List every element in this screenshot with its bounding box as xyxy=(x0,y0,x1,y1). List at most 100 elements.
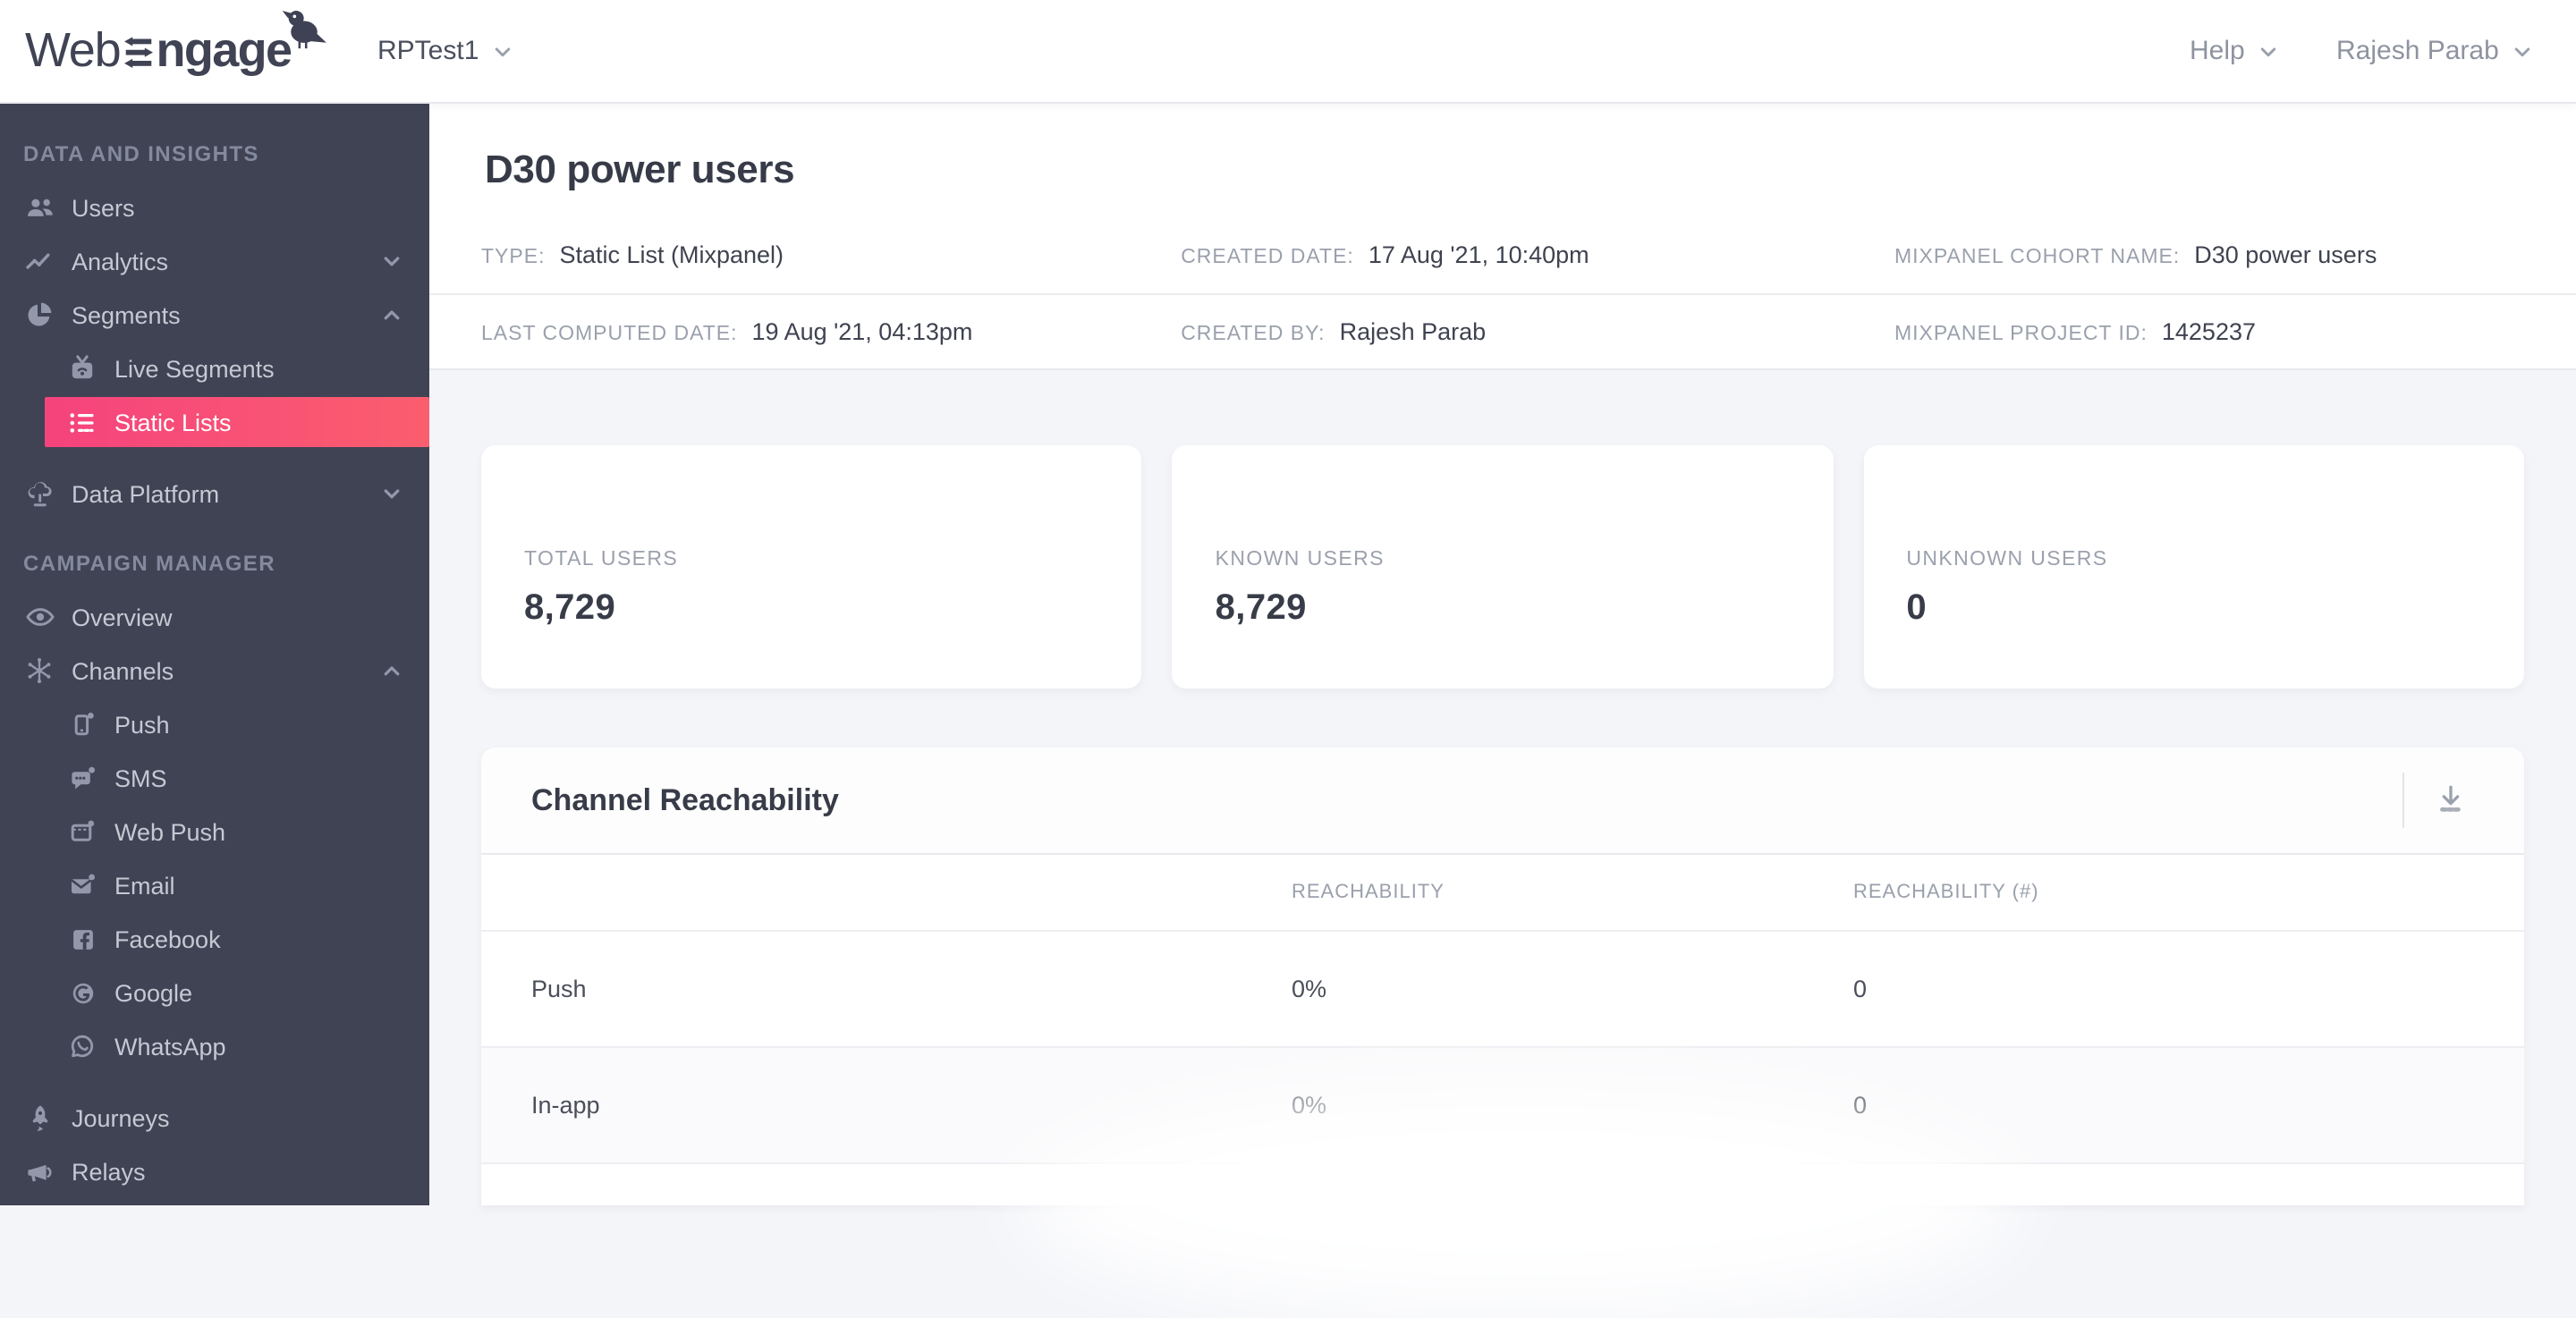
sidebar-item-static-lists[interactable]: Static Lists xyxy=(45,397,429,447)
sidebar-item-google[interactable]: Google xyxy=(0,966,429,1019)
segments-pie-icon xyxy=(21,297,57,333)
sidebar-item-email[interactable]: Email xyxy=(0,858,429,912)
stat-card-label: UNKNOWN USERS xyxy=(1906,548,2108,570)
sidebar-item-label: Analytics xyxy=(72,248,169,275)
sidebar-item-journeys[interactable]: Journeys xyxy=(0,1091,429,1145)
table-row-push: Push 0% 0 xyxy=(481,932,2524,1048)
logo-text-ngage: ngage xyxy=(156,23,292,77)
meta-value: 17 Aug '21, 10:40pm xyxy=(1368,241,1589,267)
analytics-icon xyxy=(21,243,57,279)
sidebar-item-push[interactable]: Push xyxy=(0,697,429,751)
sidebar-item-relays[interactable]: Relays xyxy=(0,1145,429,1198)
stat-cards: TOTAL USERS 8,729 KNOWN USERS 8,729 UNKN… xyxy=(481,445,2524,689)
cell-reachability: 0% xyxy=(1292,1092,1327,1119)
divider xyxy=(2402,773,2404,828)
chevron-down-icon xyxy=(2514,46,2530,56)
meta-label: TYPE: xyxy=(481,246,546,267)
sidebar-item-label: Push xyxy=(114,711,170,738)
sidebar-item-sms[interactable]: SMS xyxy=(0,751,429,805)
meta-created-date: CREATED DATE: 17 Aug '21, 10:40pm xyxy=(1181,239,1894,271)
download-button[interactable] xyxy=(2428,776,2474,823)
help-menu[interactable]: Help xyxy=(2190,0,2279,102)
data-platform-cloud-icon xyxy=(21,476,57,511)
cell-reachability: 0% xyxy=(1292,976,1327,1002)
cell-channel: In-app xyxy=(531,1092,600,1119)
chevron-up-icon xyxy=(381,660,402,681)
webengage-logo[interactable]: Web ngage xyxy=(25,0,327,102)
sidebar-item-label: Live Segments xyxy=(114,355,275,382)
page-header: D30 power users TYPE: Static List (Mixpan… xyxy=(429,102,2576,370)
meta-label: CREATED DATE: xyxy=(1181,246,1354,267)
logo-bird-icon xyxy=(282,10,326,48)
table-row-in-app: In-app 0% 0 xyxy=(481,1048,2524,1164)
stat-card-total-users: TOTAL USERS 8,729 xyxy=(481,445,1142,689)
sidebar-item-label: Data Platform xyxy=(72,480,220,507)
panel-title: Channel Reachability xyxy=(531,782,839,816)
sidebar-item-label: Channels xyxy=(72,657,174,684)
meta-value: 1425237 xyxy=(2161,318,2256,345)
sidebar-item-label: Segments xyxy=(72,301,181,328)
live-segments-icon xyxy=(64,351,100,386)
stat-card-label: TOTAL USERS xyxy=(524,548,679,570)
sms-chat-icon xyxy=(64,760,100,796)
chevron-down-icon xyxy=(381,483,402,504)
stat-card-value: 0 xyxy=(1906,587,1927,627)
sidebar-item-live-segments[interactable]: Live Segments xyxy=(0,342,429,395)
user-name: Rajesh Parab xyxy=(2336,36,2499,66)
panel-header: Channel Reachability xyxy=(481,748,2524,855)
sidebar-item-web-push[interactable]: Web Push xyxy=(0,805,429,858)
stat-card-value: 8,729 xyxy=(524,587,616,627)
column-header-reachability: REACHABILITY xyxy=(1292,882,1445,903)
sidebar-item-facebook[interactable]: Facebook xyxy=(0,912,429,966)
cell-channel: Push xyxy=(531,976,587,1002)
sidebar-item-channels[interactable]: Channels xyxy=(0,644,429,697)
page-title: D30 power users xyxy=(485,147,795,191)
meta-label: MIXPANEL PROJECT ID: xyxy=(1894,324,2148,345)
stat-card-unknown-users: UNKNOWN USERS 0 xyxy=(1863,445,2524,689)
relays-megaphone-icon xyxy=(21,1153,57,1189)
help-label: Help xyxy=(2190,36,2245,66)
meta-value: D30 power users xyxy=(2194,241,2377,267)
eye-icon xyxy=(21,599,57,635)
cell-reachability-count: 0 xyxy=(1853,1092,1868,1119)
sidebar-section-data-and-insights: DATA AND INSIGHTS xyxy=(23,141,259,166)
google-icon xyxy=(64,975,100,1010)
table-row-partial xyxy=(481,1164,2524,1205)
whatsapp-icon xyxy=(64,1028,100,1064)
meta-value: Static List (Mixpanel) xyxy=(559,241,784,267)
sidebar-item-segments[interactable]: Segments xyxy=(0,288,429,342)
sidebar-item-label: Facebook xyxy=(114,925,221,952)
sidebar-item-whatsapp[interactable]: WhatsApp xyxy=(0,1019,429,1073)
column-header-reachability-count: REACHABILITY (#) xyxy=(1853,882,2039,903)
sidebar-item-label: Overview xyxy=(72,604,173,630)
sidebar-item-label: Email xyxy=(114,872,175,899)
sidebar-item-overview[interactable]: Overview xyxy=(0,590,429,644)
top-navigation-bar: Web ngage RPTest1 Help Rajesh Parab xyxy=(0,0,2576,102)
sidebar-item-users[interactable]: Users xyxy=(0,181,429,234)
sidebar-item-analytics[interactable]: Analytics xyxy=(0,234,429,288)
cell-reachability-count: 0 xyxy=(1853,976,1868,1002)
project-selector[interactable]: RPTest1 xyxy=(377,0,513,102)
email-envelope-icon xyxy=(64,867,100,903)
meta-last-computed-date: LAST COMPUTED DATE: 19 Aug '21, 04:13pm xyxy=(481,317,1181,349)
content-area: TOTAL USERS 8,729 KNOWN USERS 8,729 UNKN… xyxy=(429,370,2576,1318)
meta-created-by: CREATED BY: Rajesh Parab xyxy=(1181,317,1894,349)
sidebar-item-data-platform[interactable]: Data Platform xyxy=(0,467,429,520)
sidebar-item-label: Users xyxy=(72,194,135,221)
user-menu[interactable]: Rajesh Parab xyxy=(2336,0,2533,102)
stat-card-value: 8,729 xyxy=(1215,587,1307,627)
meta-value: Rajesh Parab xyxy=(1339,318,1487,345)
metadata-row-1: TYPE: Static List (Mixpanel) CREATED DATE… xyxy=(429,216,2576,293)
journeys-rocket-icon xyxy=(21,1100,57,1136)
download-icon xyxy=(2440,785,2462,812)
list-metadata: TYPE: Static List (Mixpanel) CREATED DATE… xyxy=(429,216,2576,370)
sidebar-item-label: Google xyxy=(114,979,193,1006)
chevron-down-icon xyxy=(2260,46,2275,56)
stat-card-label: KNOWN USERS xyxy=(1215,548,1385,570)
sidebar-item-label: Relays xyxy=(72,1158,146,1185)
meta-value: 19 Aug '21, 04:13pm xyxy=(751,318,973,345)
users-icon xyxy=(21,190,57,225)
sidebar-item-label: Static Lists xyxy=(114,409,232,435)
meta-label: LAST COMPUTED DATE: xyxy=(481,324,738,345)
sidebar-item-label: Journeys xyxy=(72,1104,170,1131)
